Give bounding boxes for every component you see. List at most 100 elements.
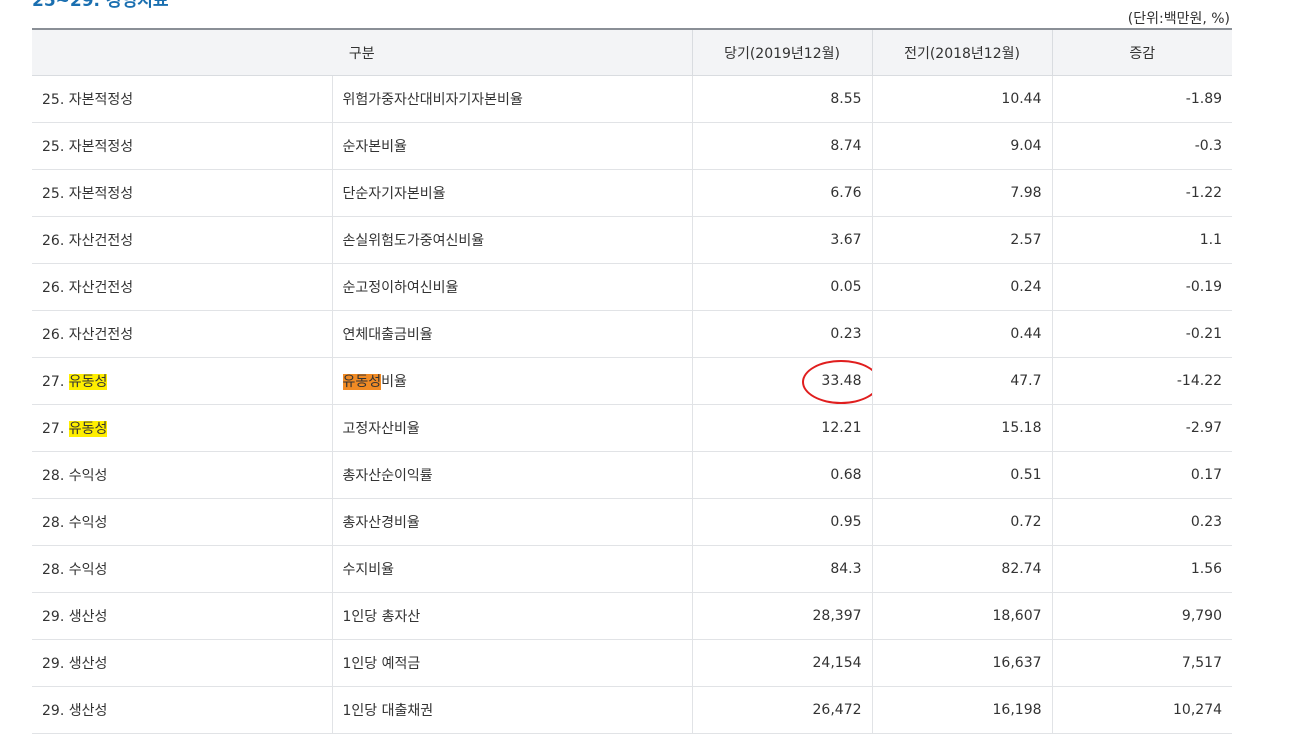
category-prefix: 27. bbox=[42, 374, 69, 390]
table-row: 26. 자산건전성 순고정이하여신비율 0.05 0.24 -0.19 bbox=[32, 263, 1233, 311]
cell-item: 유동성비율 bbox=[331, 357, 693, 405]
cell-previous: 15.18 bbox=[871, 404, 1053, 452]
cell-category: 26. 자산건전성 bbox=[32, 310, 332, 358]
table-row: 29. 생산성 1인당 대출채권 26,472 16,198 10,274 bbox=[32, 686, 1233, 734]
cell-previous: 0.72 bbox=[871, 498, 1053, 546]
cell-previous: 16,637 bbox=[871, 639, 1053, 687]
cell-previous: 2.57 bbox=[871, 216, 1053, 264]
cell-item: 위험가중자산대비자기자본비율 bbox=[331, 75, 693, 123]
cell-category: 29. 생산성 bbox=[32, 639, 332, 687]
cell-category: 25. 자본적정성 bbox=[32, 169, 332, 217]
cell-item: 고정자산비율 bbox=[331, 404, 693, 452]
cell-change: -0.19 bbox=[1051, 263, 1233, 311]
cell-change: 9,790 bbox=[1051, 592, 1233, 640]
cell-category: 25. 자본적정성 bbox=[32, 75, 332, 123]
cell-current: 24,154 bbox=[691, 639, 873, 687]
search-highlight: 유동성 bbox=[68, 421, 108, 437]
search-highlight: 유동성 bbox=[68, 374, 108, 390]
cell-category: 27. 유동성 bbox=[32, 357, 332, 405]
cell-current: 3.67 bbox=[691, 216, 873, 264]
cell-previous: 0.44 bbox=[871, 310, 1053, 358]
cell-previous: 18,607 bbox=[871, 592, 1053, 640]
cell-current: 8.74 bbox=[691, 122, 873, 170]
table-row: 27. 유동성 고정자산비율 12.21 15.18 -2.97 bbox=[32, 404, 1233, 452]
table-row: 25. 자본적정성 단순자기자본비율 6.76 7.98 -1.22 bbox=[32, 169, 1233, 217]
cell-change: -0.3 bbox=[1051, 122, 1233, 170]
cell-previous: 10.44 bbox=[871, 75, 1053, 123]
cell-item: 순고정이하여신비율 bbox=[331, 263, 693, 311]
cell-item: 수지비율 bbox=[331, 545, 693, 593]
cell-change: -1.22 bbox=[1051, 169, 1233, 217]
cell-change: -14.22 bbox=[1051, 357, 1233, 405]
table-row: 29. 생산성 1인당 예적금 24,154 16,637 7,517 bbox=[32, 639, 1233, 687]
cell-category: 27. 유동성 bbox=[32, 404, 332, 452]
cell-item: 단순자기자본비율 bbox=[331, 169, 693, 217]
cell-change: 1.1 bbox=[1051, 216, 1233, 264]
header-previous-period: 전기(2018년12월) bbox=[871, 28, 1053, 76]
cell-change: -1.89 bbox=[1051, 75, 1233, 123]
header-change: 증감 bbox=[1051, 28, 1233, 76]
cell-item: 연체대출금비율 bbox=[331, 310, 693, 358]
cell-current: 0.95 bbox=[691, 498, 873, 546]
item-suffix: 비율 bbox=[381, 374, 407, 390]
cell-previous: 47.7 bbox=[871, 357, 1053, 405]
header-row: 구분 당기(2019년12월) 전기(2018년12월) 증감 bbox=[32, 28, 1233, 76]
cell-previous: 0.51 bbox=[871, 451, 1053, 499]
table-header: 구분 당기(2019년12월) 전기(2018년12월) 증감 bbox=[32, 28, 1233, 76]
cell-previous: 16,198 bbox=[871, 686, 1053, 734]
cell-previous: 0.24 bbox=[871, 263, 1053, 311]
unit-note: (단위:백만원, %) bbox=[1127, 11, 1230, 27]
table-row: 26. 자산건전성 연체대출금비율 0.23 0.44 -0.21 bbox=[32, 310, 1233, 358]
cell-change: 7,517 bbox=[1051, 639, 1233, 687]
management-ratio-table: 구분 당기(2019년12월) 전기(2018년12월) 증감 25. 자본적정… bbox=[32, 28, 1233, 734]
table-body: 25. 자본적정성 위험가중자산대비자기자본비율 8.55 10.44 -1.89 25.… bbox=[32, 75, 1233, 734]
section-title: 25~29. 경영지표 bbox=[32, 0, 169, 11]
table-row: 29. 생산성 1인당 총자산 28,397 18,607 9,790 bbox=[32, 592, 1233, 640]
table-row: 28. 수익성 총자산순이익률 0.68 0.51 0.17 bbox=[32, 451, 1233, 499]
cell-item: 1인당 총자산 bbox=[331, 592, 693, 640]
search-highlight-active: 유동성 bbox=[342, 374, 382, 390]
header-category: 구분 bbox=[32, 28, 693, 76]
cell-change: -2.97 bbox=[1051, 404, 1233, 452]
cell-category: 26. 자산건전성 bbox=[32, 216, 332, 264]
cell-category: 26. 자산건전성 bbox=[32, 263, 332, 311]
cell-item: 1인당 예적금 bbox=[331, 639, 693, 687]
cell-change: 10,274 bbox=[1051, 686, 1233, 734]
cell-current: 28,397 bbox=[691, 592, 873, 640]
cell-current: 12.21 bbox=[691, 404, 873, 452]
cell-item: 총자산순이익률 bbox=[331, 451, 693, 499]
table-row: 25. 자본적정성 순자본비율 8.74 9.04 -0.3 bbox=[32, 122, 1233, 170]
cell-previous: 9.04 bbox=[871, 122, 1053, 170]
cell-category: 29. 생산성 bbox=[32, 686, 332, 734]
cell-change: 1.56 bbox=[1051, 545, 1233, 593]
circled-value: 33.48 bbox=[821, 373, 862, 389]
table-row: 28. 수익성 수지비율 84.3 82.74 1.56 bbox=[32, 545, 1233, 593]
cell-current: 84.3 bbox=[691, 545, 873, 593]
table-row: 27. 유동성 유동성비율 33.48 47.7 -14.22 bbox=[32, 357, 1233, 405]
cell-category: 29. 생산성 bbox=[32, 592, 332, 640]
cell-item: 1인당 대출채권 bbox=[331, 686, 693, 734]
cell-item: 총자산경비율 bbox=[331, 498, 693, 546]
cell-change: 0.17 bbox=[1051, 451, 1233, 499]
cell-current: 0.23 bbox=[691, 310, 873, 358]
cell-category: 28. 수익성 bbox=[32, 451, 332, 499]
table-row: 26. 자산건전성 손실위험도가중여신비율 3.67 2.57 1.1 bbox=[32, 216, 1233, 264]
cell-change: -0.21 bbox=[1051, 310, 1233, 358]
cell-current: 0.68 bbox=[691, 451, 873, 499]
cell-current: 8.55 bbox=[691, 75, 873, 123]
table-row: 25. 자본적정성 위험가중자산대비자기자본비율 8.55 10.44 -1.89 bbox=[32, 75, 1233, 123]
cell-current: 26,472 bbox=[691, 686, 873, 734]
header-current-period: 당기(2019년12월) bbox=[691, 28, 873, 76]
category-prefix: 27. bbox=[42, 421, 69, 437]
cell-current: 6.76 bbox=[691, 169, 873, 217]
cell-category: 28. 수익성 bbox=[32, 545, 332, 593]
cell-previous: 82.74 bbox=[871, 545, 1053, 593]
cell-item: 손실위험도가중여신비율 bbox=[331, 216, 693, 264]
cell-current: 33.48 bbox=[691, 357, 873, 405]
cell-current: 0.05 bbox=[691, 263, 873, 311]
cell-item: 순자본비율 bbox=[331, 122, 693, 170]
cell-previous: 7.98 bbox=[871, 169, 1053, 217]
table-row: 28. 수익성 총자산경비율 0.95 0.72 0.23 bbox=[32, 498, 1233, 546]
cell-category: 25. 자본적정성 bbox=[32, 122, 332, 170]
cell-change: 0.23 bbox=[1051, 498, 1233, 546]
